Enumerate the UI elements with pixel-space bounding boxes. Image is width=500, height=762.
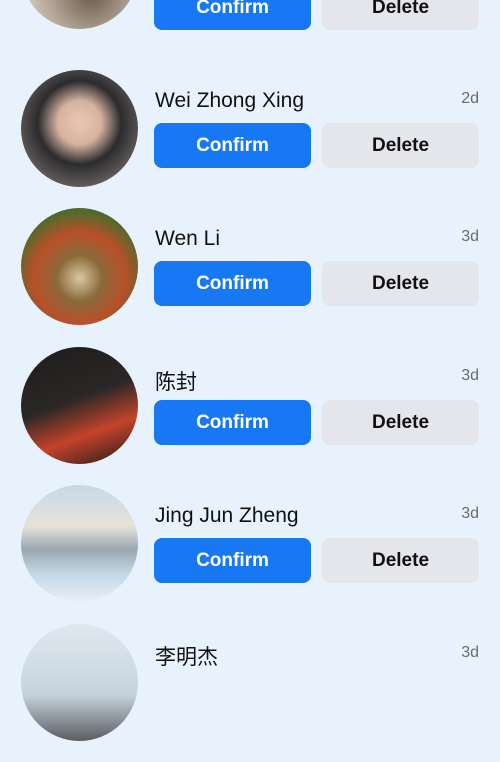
requester-name[interactable]: 陈封: [155, 366, 197, 396]
avatar[interactable]: [21, 70, 138, 187]
delete-button[interactable]: Delete: [322, 400, 479, 445]
avatar[interactable]: [21, 347, 138, 464]
friend-request-row: Confirm Delete: [0, 0, 500, 40]
requester-name[interactable]: Jing Jun Zheng: [155, 504, 299, 528]
confirm-button[interactable]: Confirm: [154, 0, 311, 30]
friend-request-row: Wen Li 3d Confirm Delete: [0, 208, 500, 346]
avatar[interactable]: [21, 624, 138, 741]
delete-button[interactable]: Delete: [322, 538, 479, 583]
friend-request-row: 陈封 3d Confirm Delete: [0, 347, 500, 485]
confirm-button[interactable]: Confirm: [154, 538, 311, 583]
friend-request-row: 李明杰 3d: [0, 624, 500, 762]
friend-request-row: Wei Zhong Xing 2d Confirm Delete: [0, 70, 500, 208]
request-time: 3d: [461, 367, 479, 384]
avatar[interactable]: [21, 485, 138, 602]
avatar[interactable]: [21, 208, 138, 325]
request-time: 3d: [461, 228, 479, 245]
confirm-button[interactable]: Confirm: [154, 123, 311, 168]
request-time: 2d: [461, 90, 479, 107]
request-time: 3d: [461, 505, 479, 522]
friend-request-row: Jing Jun Zheng 3d Confirm Delete: [0, 485, 500, 623]
request-time: 3d: [461, 644, 479, 661]
avatar[interactable]: [21, 0, 138, 29]
requester-name[interactable]: Wei Zhong Xing: [155, 89, 304, 113]
delete-button[interactable]: Delete: [322, 261, 479, 306]
delete-button[interactable]: Delete: [322, 123, 479, 168]
delete-button[interactable]: Delete: [322, 0, 479, 30]
confirm-button[interactable]: Confirm: [154, 261, 311, 306]
requester-name[interactable]: Wen Li: [155, 227, 220, 251]
confirm-button[interactable]: Confirm: [154, 400, 311, 445]
